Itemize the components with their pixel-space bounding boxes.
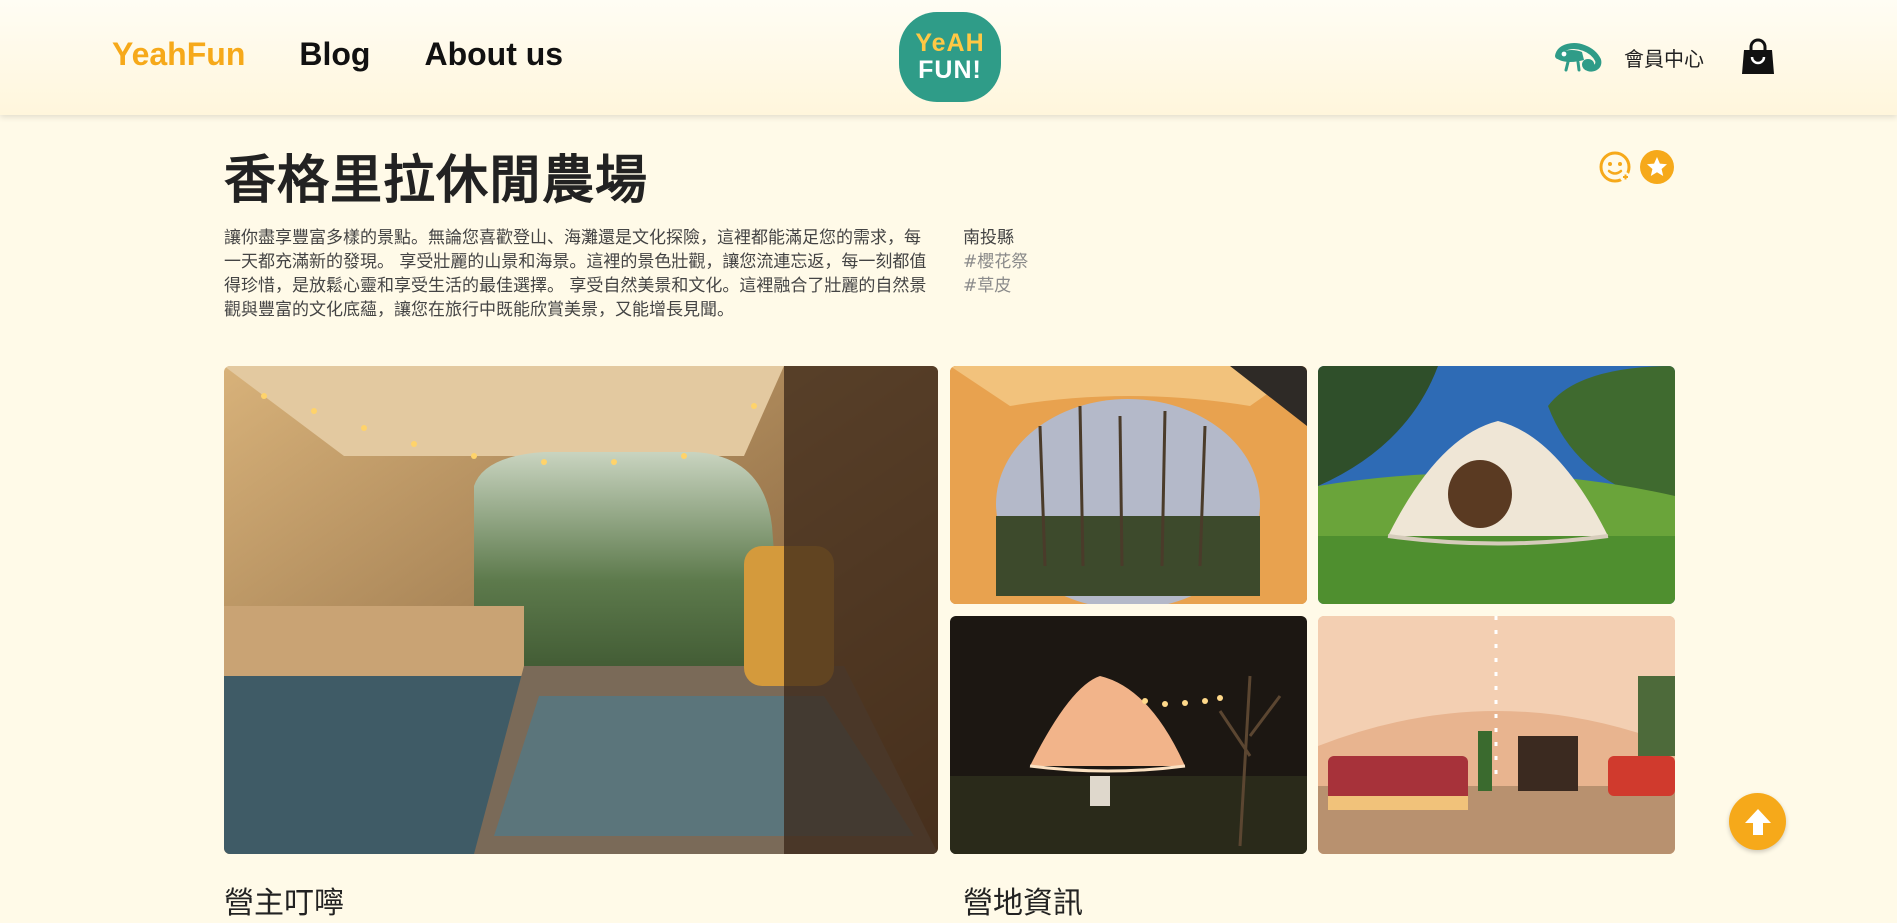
shopping-bag-icon[interactable]	[1740, 38, 1776, 76]
tag-link[interactable]: #櫻花祭	[963, 250, 1028, 274]
member-center-label: 會員中心	[1624, 46, 1704, 71]
arrow-up-icon	[1744, 808, 1771, 835]
main-nav: YeahFun Blog About us	[112, 36, 563, 73]
tag-link[interactable]: #草皮	[963, 274, 1028, 298]
site-logo[interactable]: YeAH FUN!	[899, 12, 1001, 102]
smiley-face-icon[interactable]	[1598, 150, 1632, 184]
description-text: 讓你盡享豐富多樣的景點。無論您喜歡登山、海灘還是文化探險，這裡都能滿足您的需求，…	[224, 228, 927, 320]
gallery-photo[interactable]	[950, 616, 1307, 854]
logo-text-bottom: FUN!	[918, 56, 982, 84]
gallery-photo[interactable]	[1318, 616, 1675, 854]
nav-about-link[interactable]: About us	[424, 36, 563, 73]
header: YeahFun Blog About us YeAH FUN! 會員中心	[0, 0, 1897, 115]
back-to-top-button[interactable]	[1729, 793, 1786, 850]
gallery-photo[interactable]	[950, 366, 1307, 604]
nav-blog-link[interactable]: Blog	[299, 36, 370, 73]
member-center-link[interactable]: 會員中心	[1554, 40, 1704, 74]
host-notes-heading: 營主叮嚀	[224, 886, 344, 921]
gallery-photo[interactable]	[1318, 366, 1675, 604]
camp-info-heading: 營地資訊	[963, 886, 1083, 921]
chameleon-icon	[1555, 43, 1602, 72]
page-title: 香格里拉休閒農場	[224, 151, 649, 211]
star-icon[interactable]	[1640, 150, 1674, 184]
location-tags: 南投縣 #櫻花祭 #草皮	[963, 226, 1028, 298]
nav-brand-link[interactable]: YeahFun	[112, 36, 245, 73]
region-label: 南投縣	[963, 228, 1014, 248]
logo-text-top: YeAH	[915, 29, 985, 57]
gallery-photo-main[interactable]	[224, 366, 938, 854]
